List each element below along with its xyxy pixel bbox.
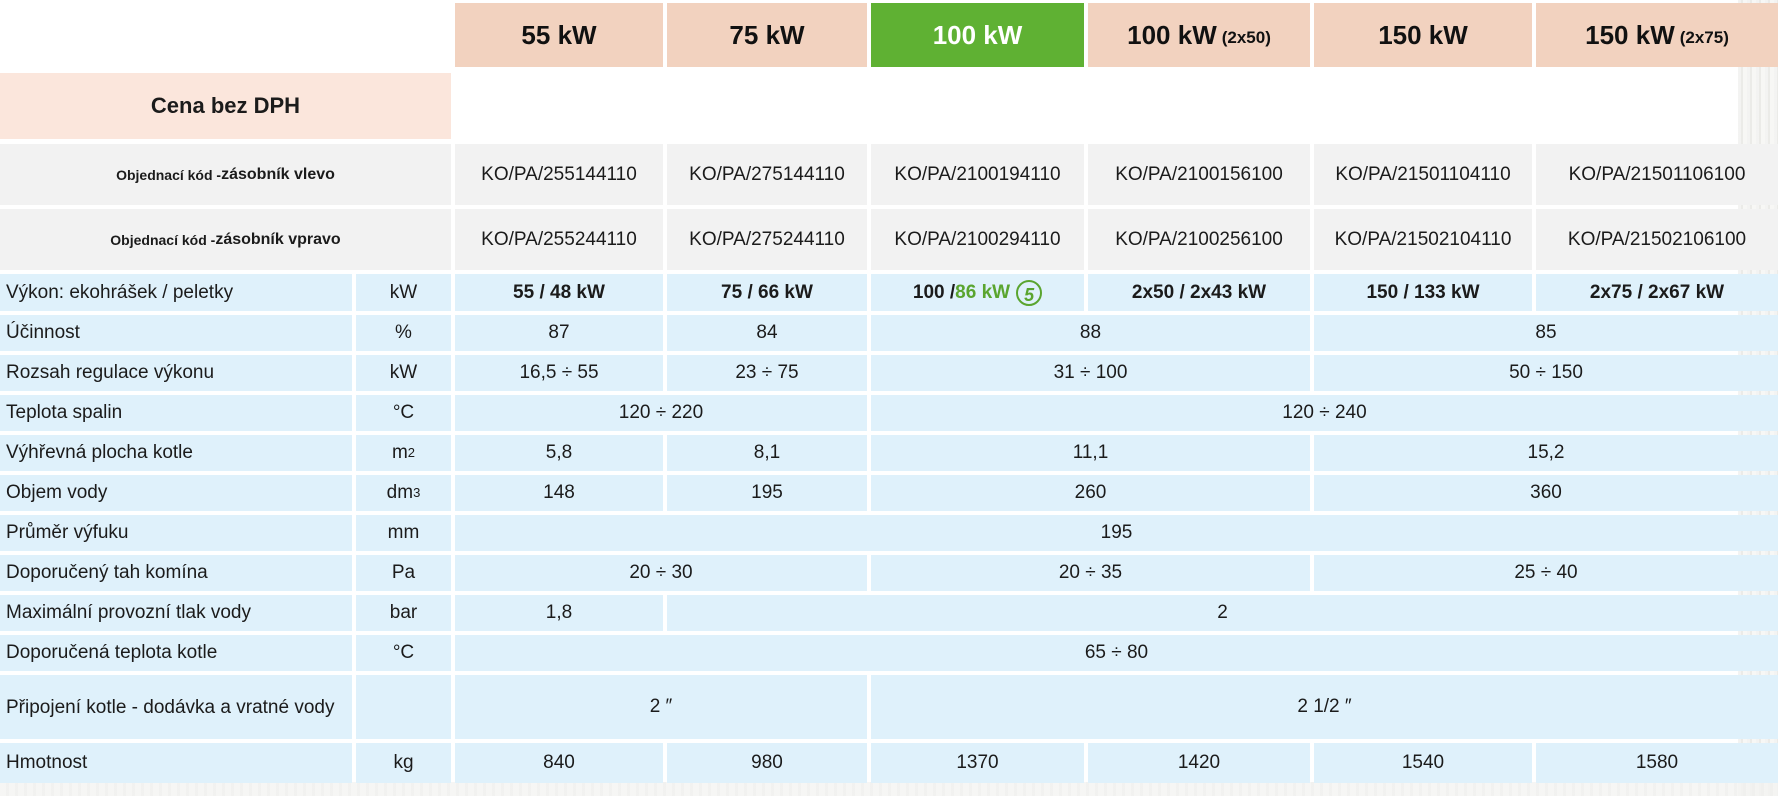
max-pressure-55: 1,8 — [455, 595, 663, 631]
model-header-75: 75 kW — [667, 3, 867, 67]
connection-unit — [356, 675, 451, 739]
order-code-left-label: Objednací kód - zásobník vlevo — [0, 144, 451, 205]
regulation-100: 31 ÷ 100 — [871, 355, 1310, 391]
water-volume-unit: dm 3 — [356, 475, 451, 511]
heating-surface-100: 11,1 — [871, 435, 1310, 471]
flue-temp-large: 120 ÷ 240 — [871, 395, 1778, 431]
order-code-left-150: KO/PA/21501104110 — [1314, 144, 1532, 205]
water-volume-75: 195 — [667, 475, 867, 511]
power-unit: kW — [356, 274, 451, 311]
regulation-unit: kW — [356, 355, 451, 391]
efficiency-unit: % — [356, 315, 451, 351]
order-code-left-100-2x50: KO/PA/2100156100 — [1088, 144, 1310, 205]
regulation-55: 16,5 ÷ 55 — [455, 355, 663, 391]
five-badge-icon: 5 — [1016, 279, 1043, 306]
flue-temp-small: 120 ÷ 220 — [455, 395, 867, 431]
efficiency-55: 87 — [455, 315, 663, 351]
chimney-draft-unit: Pa — [356, 555, 451, 591]
order-code-left-75: KO/PA/275144110 — [667, 144, 867, 205]
order-code-left-100: KO/PA/2100194110 — [871, 144, 1084, 205]
price-label: Cena bez DPH — [0, 73, 451, 139]
power-label: Výkon: ekohrášek / peletky — [0, 274, 352, 311]
model-header-150: 150 kW — [1314, 3, 1532, 67]
chimney-draft-100: 20 ÷ 35 — [871, 555, 1310, 591]
boiler-temp-label: Doporučená teplota kotle — [0, 635, 352, 671]
connection-large: 2 1/2 ″ — [871, 675, 1778, 739]
water-volume-100: 260 — [871, 475, 1310, 511]
heating-surface-150: 15,2 — [1314, 435, 1778, 471]
order-code-right-100: KO/PA/2100294110 — [871, 209, 1084, 270]
spec-table: 55 kW 75 kW 100 kW 100 kW (2x50) 150 kW 1… — [0, 0, 1778, 796]
efficiency-100: 88 — [871, 315, 1310, 351]
water-volume-150: 360 — [1314, 475, 1778, 511]
order-code-right-label: Objednací kód - zásobník vpravo — [0, 209, 451, 270]
power-150: 150 / 133 kW — [1314, 274, 1532, 311]
chimney-draft-small: 20 ÷ 30 — [455, 555, 867, 591]
efficiency-75: 84 — [667, 315, 867, 351]
power-55: 55 / 48 kW — [455, 274, 663, 311]
heating-surface-55: 5,8 — [455, 435, 663, 471]
order-code-left-150-2x75: KO/PA/21501106100 — [1536, 144, 1778, 205]
heating-surface-label: Výhřevná plocha kotle — [0, 435, 352, 471]
water-volume-label: Objem vody — [0, 475, 352, 511]
order-code-right-75: KO/PA/275244110 — [667, 209, 867, 270]
weight-100-2x50: 1420 — [1088, 743, 1310, 783]
power-150-2x75: 2x75 / 2x67 kW — [1536, 274, 1778, 311]
exhaust-diameter-label: Průměr výfuku — [0, 515, 352, 551]
order-code-right-150-2x75: KO/PA/21502106100 — [1536, 209, 1778, 270]
weight-100: 1370 — [871, 743, 1084, 783]
exhaust-diameter-unit: mm — [356, 515, 451, 551]
regulation-label: Rozsah regulace výkonu — [0, 355, 352, 391]
efficiency-150: 85 — [1314, 315, 1778, 351]
power-100: 100 / 86 kW 5 — [871, 274, 1084, 311]
connection-label: Připojení kotle - dodávka a vratné vody — [0, 675, 352, 739]
weight-75: 980 — [667, 743, 867, 783]
model-header-100: 100 kW — [871, 3, 1084, 67]
flue-temp-label: Teplota spalin — [0, 395, 352, 431]
chimney-draft-150: 25 ÷ 40 — [1314, 555, 1778, 591]
order-code-right-55: KO/PA/255244110 — [455, 209, 663, 270]
model-header-100-2x50: 100 kW (2x50) — [1088, 3, 1310, 67]
order-code-left-55: KO/PA/255144110 — [455, 144, 663, 205]
power-75: 75 / 66 kW — [667, 274, 867, 311]
heating-surface-75: 8,1 — [667, 435, 867, 471]
flue-temp-unit: °C — [356, 395, 451, 431]
exhaust-diameter-all: 195 — [455, 515, 1778, 551]
order-code-right-150: KO/PA/21502104110 — [1314, 209, 1532, 270]
regulation-75: 23 ÷ 75 — [667, 355, 867, 391]
weight-55: 840 — [455, 743, 663, 783]
weight-label: Hmotnost — [0, 743, 352, 783]
model-header-150-2x75: 150 kW (2x75) — [1536, 3, 1778, 67]
regulation-150: 50 ÷ 150 — [1314, 355, 1778, 391]
max-pressure-unit: bar — [356, 595, 451, 631]
model-header-55: 55 kW — [455, 3, 663, 67]
max-pressure-rest: 2 — [667, 595, 1778, 631]
heating-surface-unit: m2 — [356, 435, 451, 471]
weight-150: 1540 — [1314, 743, 1532, 783]
efficiency-label: Účinnost — [0, 315, 352, 351]
power-100-2x50: 2x50 / 2x43 kW — [1088, 274, 1310, 311]
max-pressure-label: Maximální provozní tlak vody — [0, 595, 352, 631]
boiler-temp-all: 65 ÷ 80 — [455, 635, 1778, 671]
water-volume-55: 148 — [455, 475, 663, 511]
connection-small: 2 ″ — [455, 675, 867, 739]
order-code-right-100-2x50: KO/PA/2100256100 — [1088, 209, 1310, 270]
weight-unit: kg — [356, 743, 451, 783]
weight-150-2x75: 1580 — [1536, 743, 1778, 783]
chimney-draft-label: Doporučený tah komína — [0, 555, 352, 591]
boiler-temp-unit: °C — [356, 635, 451, 671]
